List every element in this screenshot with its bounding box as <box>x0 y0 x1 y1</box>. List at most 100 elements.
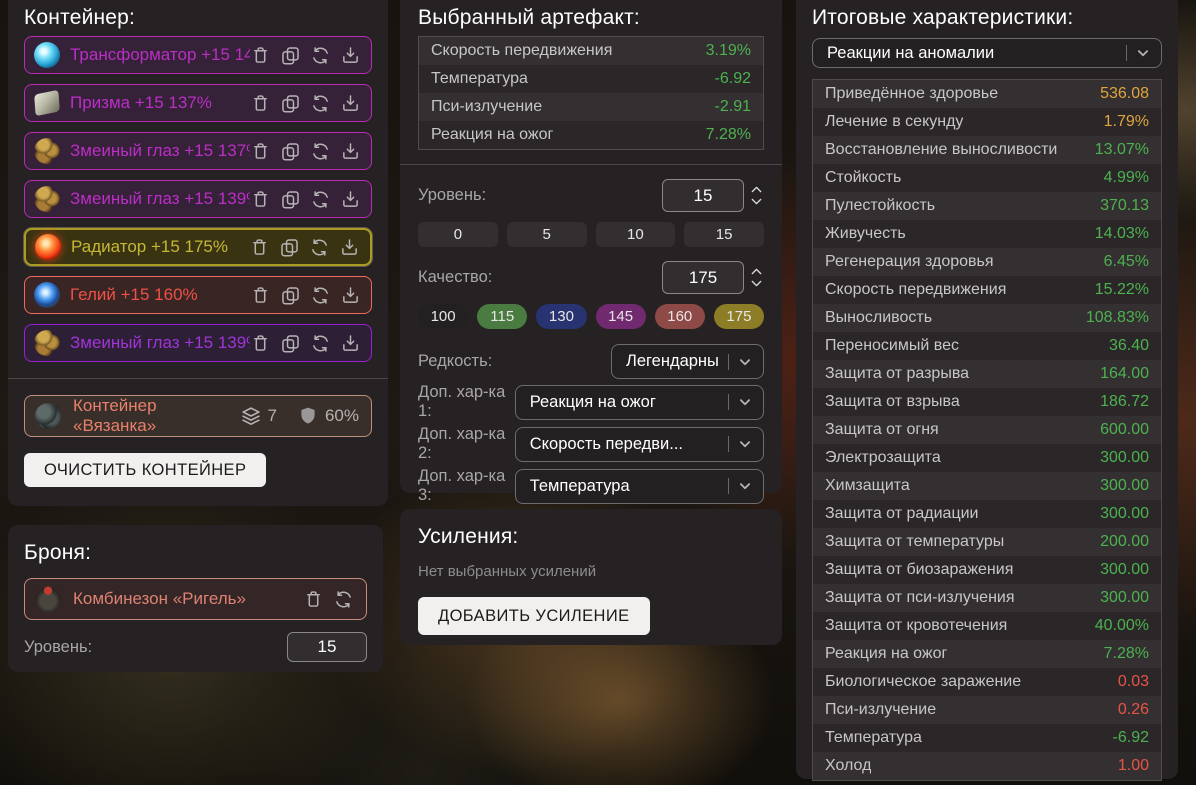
delete-artifact-button[interactable] <box>250 189 271 210</box>
extra-stat-select[interactable]: Скорость передви... <box>515 427 764 462</box>
stat-row: Защита от разрыва164.00 <box>813 360 1161 388</box>
extra-stat-selects: Доп. хар-ка 1:Реакция на ожогДоп. хар-ка… <box>418 383 764 505</box>
stat-row: Холод1.00 <box>813 752 1161 780</box>
container-protection: 60% <box>325 406 359 426</box>
reroll-artifact-button[interactable] <box>310 45 331 66</box>
save-artifact-button[interactable] <box>340 141 361 162</box>
reroll-artifact-button[interactable] <box>310 285 331 306</box>
duplicate-artifact-button[interactable] <box>280 333 301 354</box>
stat-row: Переносимый вес36.40 <box>813 332 1161 360</box>
duplicate-artifact-button[interactable] <box>279 237 300 258</box>
extra-stat-select[interactable]: Температура <box>515 469 764 504</box>
armor-level-input[interactable]: 15 <box>287 632 367 662</box>
add-boost-button[interactable]: ДОБАВИТЬ УСИЛЕНИЕ <box>418 597 650 635</box>
stat-row: Электрозащита300.00 <box>813 444 1161 472</box>
quality-step-down-icon[interactable] <box>749 279 764 288</box>
save-artifact-button[interactable] <box>340 285 361 306</box>
artifact-row[interactable]: Змеиный глаз +15 139% <box>24 180 372 218</box>
level-input[interactable]: 15 <box>662 179 744 212</box>
stat-row: Защита от взрыва186.72 <box>813 388 1161 416</box>
delete-armor-button[interactable] <box>303 589 324 610</box>
stat-row: Защита от огня600.00 <box>813 416 1161 444</box>
level-preset-button[interactable]: 0 <box>418 222 498 247</box>
duplicate-artifact-button[interactable] <box>280 93 301 114</box>
armor-item-row[interactable]: Комбинезон «Ригель» <box>24 578 367 620</box>
extra-stat-label: Доп. хар-ка 1: <box>418 383 515 421</box>
reroll-artifact-button[interactable] <box>310 93 331 114</box>
transformer-artifact-icon <box>34 42 60 68</box>
rarity-label: Редкость: <box>418 352 492 371</box>
snake-eye-artifact-icon <box>34 138 60 164</box>
save-artifact-button[interactable] <box>340 333 361 354</box>
save-artifact-button[interactable] <box>340 189 361 210</box>
armor-item-icon <box>35 586 61 612</box>
artifact-row[interactable]: Трансформатор +15 145% <box>24 36 372 74</box>
delete-artifact-button[interactable] <box>250 141 271 162</box>
clear-container-button[interactable]: ОЧИСТИТЬ КОНТЕЙНЕР <box>24 453 266 487</box>
armor-panel: Броня: Комбинезон «Ригель» Уровень: 15 <box>8 525 383 672</box>
save-artifact-button[interactable] <box>340 45 361 66</box>
save-artifact-button[interactable] <box>340 93 361 114</box>
armor-level-label: Уровень: <box>24 638 92 657</box>
selected-artifact-stats-table: Скорость передвижения3.19%Температура-6.… <box>418 36 764 150</box>
quality-preset-button[interactable]: 130 <box>536 304 586 329</box>
shield-icon <box>297 405 319 427</box>
artifact-label: Змеиный глаз +15 139% <box>70 189 250 209</box>
quality-preset-button[interactable]: 100 <box>418 304 468 329</box>
quality-input[interactable]: 175 <box>662 261 744 294</box>
prism-artifact-icon <box>34 90 60 117</box>
artifact-label: Змеиный глаз +15 137% <box>70 141 250 161</box>
extra-stat-label: Доп. хар-ка 2: <box>418 425 515 463</box>
delete-artifact-button[interactable] <box>250 285 271 306</box>
extra-stat-label: Доп. хар-ка 3: <box>418 467 515 505</box>
reroll-artifact-button[interactable] <box>310 141 331 162</box>
stat-row: Реакция на ожог7.28% <box>419 121 763 149</box>
quality-preset-button[interactable]: 115 <box>477 304 527 329</box>
armor-item-label: Комбинезон «Ригель» <box>73 589 303 609</box>
duplicate-artifact-button[interactable] <box>280 285 301 306</box>
snake-eye-artifact-icon <box>34 330 60 356</box>
level-preset-button[interactable]: 10 <box>596 222 676 247</box>
artifact-row[interactable]: Змеиный глаз +15 139% <box>24 324 372 362</box>
stat-row: Скорость передвижения3.19% <box>419 37 763 65</box>
reroll-artifact-button[interactable] <box>309 237 330 258</box>
reroll-armor-button[interactable] <box>333 589 354 610</box>
level-preset-button[interactable]: 15 <box>684 222 764 247</box>
stat-row: Защита от биозаражения300.00 <box>813 556 1161 584</box>
extra-stat-select[interactable]: Реакция на ожог <box>515 385 764 420</box>
delete-artifact-button[interactable] <box>250 333 271 354</box>
reroll-artifact-button[interactable] <box>310 189 331 210</box>
artifact-row[interactable]: Гелий +15 160% <box>24 276 372 314</box>
artifact-row[interactable]: Радиатор +15 175% <box>24 228 372 266</box>
stat-row: Защита от радиации300.00 <box>813 500 1161 528</box>
stat-row: Стойкость4.99% <box>813 164 1161 192</box>
delete-artifact-button[interactable] <box>249 237 270 258</box>
quality-preset-button[interactable]: 160 <box>655 304 705 329</box>
container-bag-row[interactable]: Контейнер «Вязанка» 7 60% <box>24 395 372 437</box>
radiator-artifact-icon <box>35 234 61 260</box>
level-step-up-icon[interactable] <box>749 185 764 194</box>
quality-preset-button[interactable]: 175 <box>714 304 764 329</box>
rarity-select[interactable]: Легендарный <box>611 344 764 379</box>
summary-filter-select[interactable]: Реакции на аномалии <box>812 38 1162 68</box>
save-artifact-button[interactable] <box>339 237 360 258</box>
divider <box>400 164 782 165</box>
stat-row: Выносливость108.83% <box>813 304 1161 332</box>
artifact-label: Радиатор +15 175% <box>71 237 249 257</box>
artifact-row[interactable]: Змеиный глаз +15 137% <box>24 132 372 170</box>
quality-preset-button[interactable]: 145 <box>596 304 646 329</box>
artifact-row[interactable]: Призма +15 137% <box>24 84 372 122</box>
level-step-down-icon[interactable] <box>749 197 764 206</box>
reroll-artifact-button[interactable] <box>310 333 331 354</box>
quality-step-up-icon[interactable] <box>749 267 764 276</box>
duplicate-artifact-button[interactable] <box>280 45 301 66</box>
delete-artifact-button[interactable] <box>250 93 271 114</box>
stat-row: Температура-6.92 <box>419 65 763 93</box>
delete-artifact-button[interactable] <box>250 45 271 66</box>
quality-presets: 100 115 130 145 160 175 <box>418 304 764 329</box>
level-preset-button[interactable]: 5 <box>507 222 587 247</box>
duplicate-artifact-button[interactable] <box>280 141 301 162</box>
chevron-down-icon <box>1134 44 1152 62</box>
duplicate-artifact-button[interactable] <box>280 189 301 210</box>
stat-row: Пси-излучение0.26 <box>813 696 1161 724</box>
